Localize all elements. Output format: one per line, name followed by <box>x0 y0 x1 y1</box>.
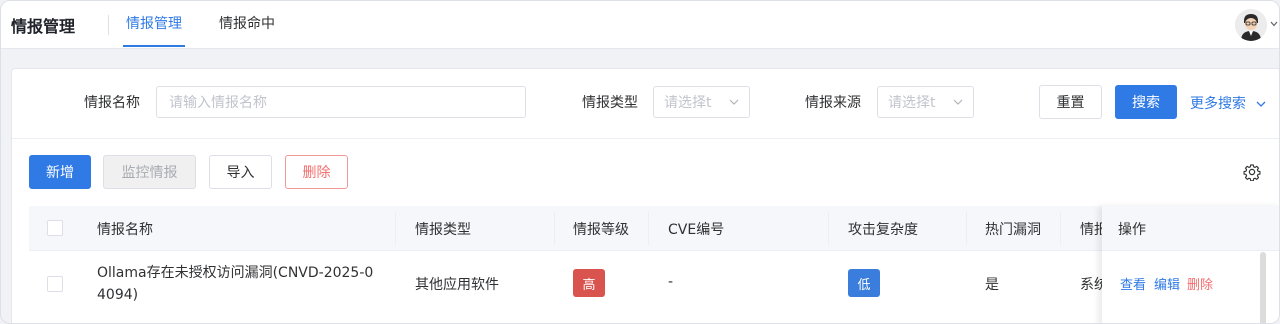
intel-type-select[interactable]: 请选择t <box>653 86 750 118</box>
row-intel-name[interactable]: Ollama存在未授权访问漏洞(CNVD-2025-0 4094) <box>97 262 373 306</box>
intel-name-label: 情报名称 <box>84 95 140 111</box>
intel-source-placeholder: 请选择t <box>888 95 936 111</box>
view-link[interactable]: 查看 <box>1120 274 1146 293</box>
intel-name-line1: Ollama存在未授权访问漏洞(CNVD-2025-0 <box>97 265 374 281</box>
vertical-scrollbar[interactable] <box>1260 252 1266 323</box>
avatar-icon <box>1235 9 1267 41</box>
intel-name-placeholder: 请输入情报名称 <box>169 95 267 111</box>
complexity-badge: 低 <box>848 269 880 297</box>
more-search-label: 更多搜索 <box>1190 96 1246 112</box>
intel-source-label: 情报来源 <box>805 95 861 111</box>
tab-intel-management[interactable]: 情报管理 <box>126 13 182 33</box>
col-header-complexity: 攻击复杂度 <box>848 222 918 238</box>
intel-source-select[interactable]: 请选择t <box>877 86 974 118</box>
actions-column: 操作 查看 编辑 删除 <box>1102 206 1279 323</box>
row-cve-id: - <box>668 274 674 290</box>
active-tab-indicator <box>123 45 185 47</box>
col-header-name: 情报名称 <box>97 222 153 238</box>
app-title: 情报管理 <box>11 17 76 36</box>
tab-intel-hit[interactable]: 情报命中 <box>219 13 275 33</box>
col-header-cve: CVE编号 <box>668 222 725 238</box>
top-header: 情报管理 情报管理 情报命中 <box>1 1 1279 49</box>
chevron-down-icon[interactable] <box>1270 19 1278 30</box>
more-search-toggle[interactable]: 更多搜索 <box>1190 93 1266 113</box>
intel-type-label: 情报类型 <box>582 95 638 111</box>
search-button[interactable]: 搜索 <box>1115 85 1177 119</box>
col-header-level: 情报等级 <box>573 222 629 238</box>
col-header-hot: 热门漏洞 <box>985 222 1041 238</box>
intel-type-placeholder: 请选择t <box>664 95 712 111</box>
intel-table: 情报名称 情报类型 情报等级 CVE编号 攻击复杂度 热门漏洞 情报 Ollam… <box>29 206 1279 323</box>
edit-link[interactable]: 编辑 <box>1154 274 1180 293</box>
delete-button[interactable]: 删除 <box>285 155 348 189</box>
actions-header: 操作 <box>1102 206 1279 251</box>
column-divider <box>554 212 555 245</box>
row-intel-type: 其他应用软件 <box>415 277 499 293</box>
column-divider <box>648 212 649 245</box>
chevron-down-icon <box>1256 101 1266 107</box>
user-avatar[interactable] <box>1235 9 1267 41</box>
column-divider <box>395 212 396 245</box>
reset-button[interactable]: 重置 <box>1039 85 1102 119</box>
intel-name-line2: 4094) <box>97 287 139 303</box>
header-divider <box>108 15 109 35</box>
delete-link[interactable]: 删除 <box>1187 274 1213 293</box>
row-checkbox[interactable] <box>47 276 63 292</box>
column-divider <box>828 212 829 245</box>
monitor-intel-button[interactable]: 监控情报 <box>103 155 196 189</box>
select-all-checkbox[interactable] <box>47 220 63 236</box>
column-divider <box>966 212 967 245</box>
gear-icon[interactable] <box>1243 163 1261 182</box>
import-button[interactable]: 导入 <box>209 155 272 189</box>
content-card: 情报名称 请输入情报名称 情报类型 请选择t 情报来源 请选择t 重置 搜索 更… <box>11 68 1279 323</box>
chevron-down-icon <box>953 97 963 108</box>
app-window: 情报管理 情报管理 情报命中 情报名称 请输入情报名称 情报类型 请选择t 情报… <box>0 0 1280 324</box>
add-button[interactable]: 新增 <box>29 155 91 189</box>
row-hot-vuln: 是 <box>985 277 999 293</box>
level-badge: 高 <box>573 269 605 297</box>
column-divider <box>1060 212 1061 245</box>
table-header: 情报名称 情报类型 情报等级 CVE编号 攻击复杂度 热门漏洞 情报 <box>29 206 1279 251</box>
col-header-actions: 操作 <box>1118 222 1146 238</box>
col-header-type: 情报类型 <box>415 222 471 238</box>
chevron-down-icon <box>729 97 739 108</box>
intel-name-input[interactable]: 请输入情报名称 <box>156 86 526 118</box>
search-form: 情报名称 请输入情报名称 情报类型 请选择t 情报来源 请选择t 重置 搜索 更… <box>12 69 1279 139</box>
